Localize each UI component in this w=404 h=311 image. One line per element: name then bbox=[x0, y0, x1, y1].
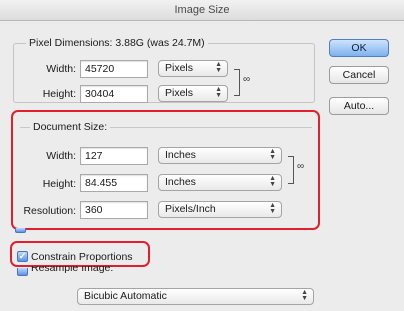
pixel-dimensions-size: 3.88G (was 24.7M) bbox=[115, 37, 205, 49]
updown-arrows-icon: ▲ ▼ bbox=[215, 61, 222, 74]
pixel-width-field[interactable]: 45720 bbox=[80, 60, 148, 78]
doc-width-field[interactable]: 127 bbox=[80, 147, 148, 165]
pixel-height-unit-label: Pixels bbox=[165, 87, 194, 99]
pixel-dimensions-legend: Pixel Dimensions: 3.88G (was 24.7M) bbox=[26, 37, 208, 49]
resample-image-checkbox[interactable] bbox=[17, 268, 28, 276]
doc-height-unit-select[interactable]: Inches ▲ ▼ bbox=[158, 174, 282, 191]
pixel-height-label: Height: bbox=[42, 88, 76, 100]
link-icon[interactable]: ∞ bbox=[297, 161, 304, 172]
pixel-width-unit-label: Pixels bbox=[165, 62, 194, 74]
updown-arrows-icon: ▲ ▼ bbox=[269, 202, 276, 215]
window-title: Image Size bbox=[174, 4, 230, 16]
link-icon[interactable]: ∞ bbox=[243, 74, 250, 85]
pixel-link-bracket bbox=[234, 69, 240, 96]
document-size-label: Document Size: bbox=[33, 121, 108, 133]
updown-arrows-icon: ▲ ▼ bbox=[215, 86, 222, 99]
resolution-unit-label: Pixels/Inch bbox=[165, 203, 216, 215]
resample-method-label: Bicubic Automatic bbox=[84, 290, 167, 302]
resolution-field[interactable]: 360 bbox=[80, 201, 148, 219]
pixel-dimensions-label: Pixel Dimensions: bbox=[29, 37, 113, 49]
pixel-width-label: Width: bbox=[46, 63, 76, 75]
doc-height-field[interactable]: 84.455 bbox=[80, 174, 148, 192]
auto-button[interactable]: Auto... bbox=[329, 97, 389, 115]
constrain-proportions-label[interactable]: Constrain Proportions bbox=[31, 251, 133, 263]
doc-width-label: Width: bbox=[46, 150, 76, 162]
window-title-bar: Image Size bbox=[0, 0, 404, 21]
doc-width-unit-select[interactable]: Inches ▲ ▼ bbox=[158, 147, 282, 164]
updown-arrows-icon: ▲ ▼ bbox=[269, 148, 276, 161]
ok-button[interactable]: OK bbox=[329, 39, 389, 57]
pixel-height-field[interactable]: 30404 bbox=[80, 85, 148, 103]
doc-width-unit-label: Inches bbox=[165, 149, 196, 161]
scale-styles-checkbox[interactable] bbox=[15, 228, 26, 233]
resample-method-select[interactable]: Bicubic Automatic ▲ ▼ bbox=[77, 288, 314, 305]
doc-height-label: Height: bbox=[42, 178, 76, 190]
doc-height-unit-label: Inches bbox=[165, 176, 196, 188]
document-link-bracket bbox=[288, 156, 294, 184]
document-size-legend: Document Size: bbox=[30, 121, 111, 133]
pixel-width-unit-select[interactable]: Pixels ▲ ▼ bbox=[158, 60, 228, 77]
checkmark-icon: ✓ bbox=[18, 251, 27, 261]
resample-image-label-clip: Resample Image: bbox=[31, 266, 151, 276]
resolution-unit-select[interactable]: Pixels/Inch ▲ ▼ bbox=[158, 201, 282, 218]
cancel-button[interactable]: Cancel bbox=[329, 66, 389, 84]
pixel-height-unit-select[interactable]: Pixels ▲ ▼ bbox=[158, 85, 228, 102]
resample-image-label[interactable]: Resample Image: bbox=[31, 266, 113, 274]
updown-arrows-icon: ▲ ▼ bbox=[269, 175, 276, 188]
resolution-label: Resolution: bbox=[23, 205, 76, 217]
updown-arrows-icon: ▲ ▼ bbox=[301, 289, 308, 302]
constrain-proportions-checkbox[interactable]: ✓ bbox=[17, 251, 28, 262]
